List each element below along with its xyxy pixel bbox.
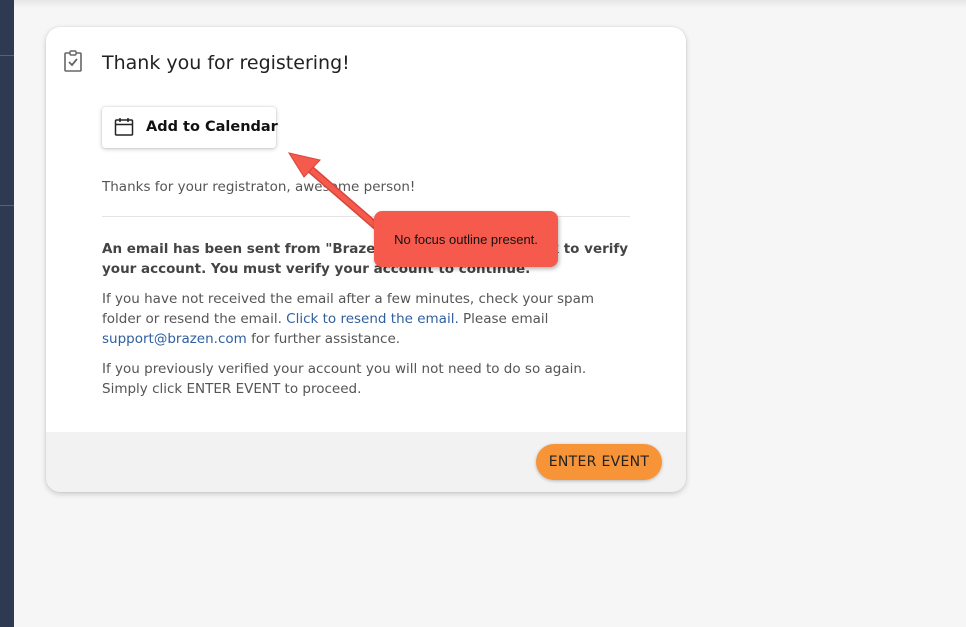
left-sidebar bbox=[0, 0, 14, 627]
clipboard-check-icon bbox=[64, 50, 82, 72]
add-to-calendar-button[interactable]: Add to Calendar bbox=[102, 107, 278, 148]
sidebar-divider bbox=[0, 55, 14, 56]
thanks-text: Thanks for your registraton, awesome per… bbox=[102, 179, 416, 195]
annotation-callout: No focus outline present. bbox=[374, 211, 558, 267]
resend-email-link[interactable]: Click to resend the email. bbox=[286, 311, 459, 327]
resend-paragraph: If you have not received the email after… bbox=[102, 289, 632, 349]
top-bar bbox=[14, 0, 966, 8]
verified-text: If you previously verified your account … bbox=[102, 361, 587, 397]
support-email-link[interactable]: support@brazen.com bbox=[102, 331, 247, 347]
resend-text-end: for further assistance. bbox=[246, 331, 401, 347]
sidebar-divider bbox=[0, 205, 14, 206]
add-to-calendar-label: Add to Calendar bbox=[146, 119, 278, 135]
page-title: Thank you for registering! bbox=[102, 52, 350, 74]
calendar-icon bbox=[114, 118, 134, 136]
callout-text: No focus outline present. bbox=[394, 231, 538, 247]
resend-text-after: Please email bbox=[458, 311, 549, 327]
card-header bbox=[62, 49, 84, 73]
enter-event-button[interactable]: ENTER EVENT bbox=[536, 444, 662, 480]
registration-card: Thank you for registering! Add to Calend… bbox=[46, 27, 686, 492]
card-footer: ENTER EVENT bbox=[46, 432, 686, 492]
